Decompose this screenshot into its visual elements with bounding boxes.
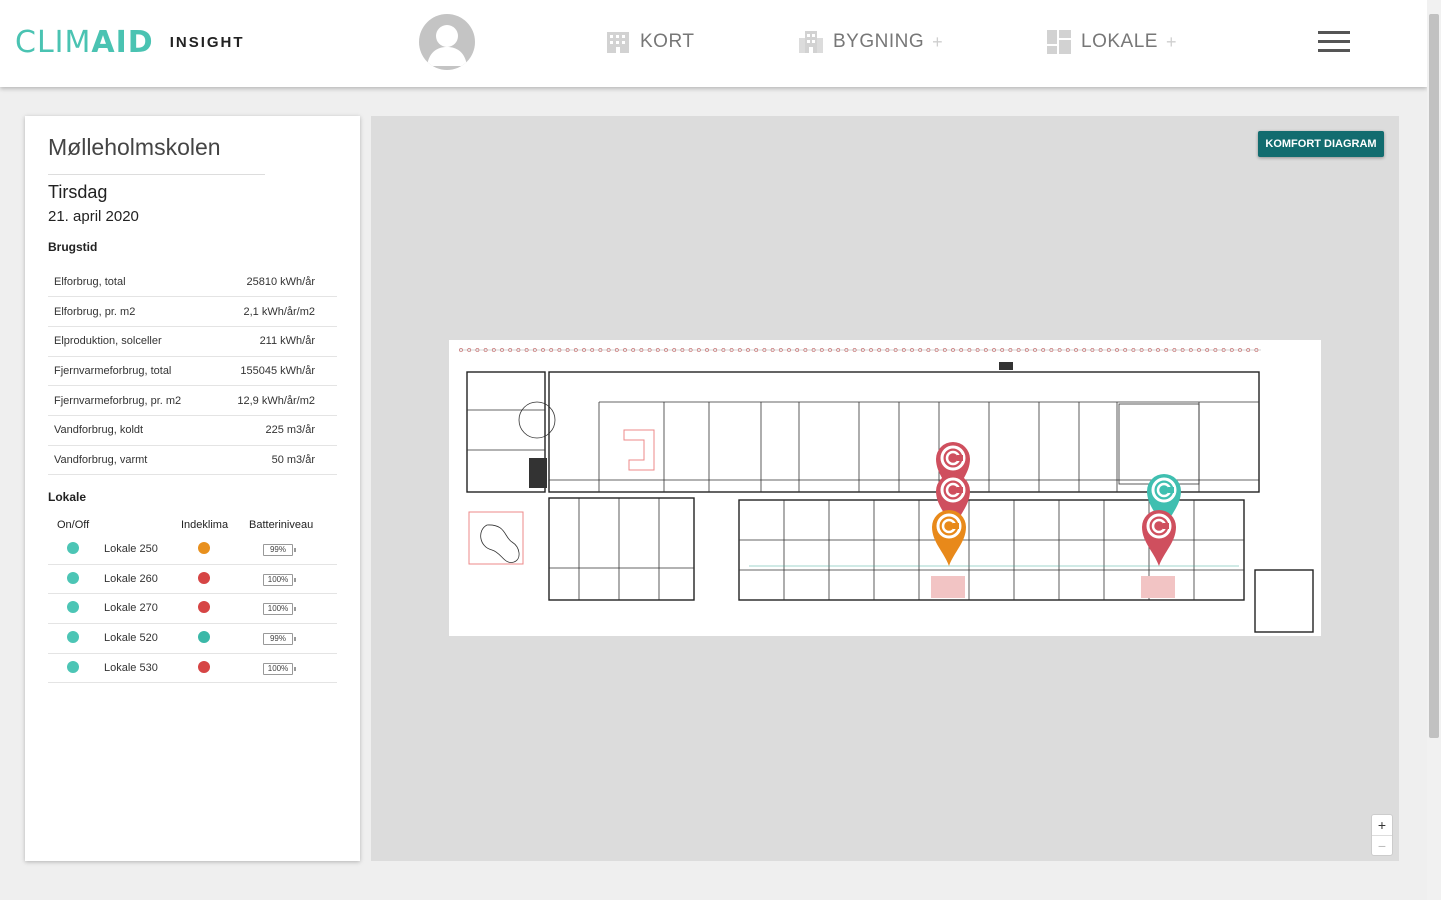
- usage-value: 2,1 kWh/år/m2: [243, 305, 315, 318]
- indeklima-status-dot: [198, 631, 210, 644]
- battery-icon: 100%: [263, 603, 296, 616]
- nav-lokale-plus-icon[interactable]: +: [1166, 32, 1177, 53]
- nav-kort-label: KORT: [640, 31, 695, 52]
- nav-kort[interactable]: KORT: [606, 28, 694, 56]
- usage-row: Vandforbrug, koldt 225 m3/år: [48, 415, 337, 446]
- indeklima-status-dot: [198, 660, 210, 673]
- battery-icon: 99%: [263, 544, 296, 556]
- room-name: Lokale 530: [104, 661, 158, 674]
- building-icon: [607, 32, 629, 53]
- usage-section-title: Brugstid: [48, 240, 98, 254]
- logo-subtitle: INSIGHT: [169, 33, 245, 51]
- col-batteriniveau: Batteriniveau: [249, 519, 314, 531]
- room-grid-icon: [1047, 30, 1071, 54]
- nav-bygning[interactable]: BYGNING +: [799, 28, 943, 56]
- building-info-panel: Mølleholmskolen Tirsdag 21. april 2020 B…: [25, 116, 360, 861]
- avatar[interactable]: [419, 14, 475, 70]
- onoff-status-dot: [67, 660, 79, 673]
- indeklima-status-dot: [198, 571, 210, 584]
- page-scrollbar[interactable]: [1427, 0, 1441, 900]
- col-indeklima: Indeklima: [181, 519, 229, 531]
- battery-icon: 99%: [263, 633, 296, 646]
- usage-row: Fjernvarmeforbrug, total 155045 kWh/år: [48, 356, 337, 386]
- map-pin-icon[interactable]: [1140, 508, 1178, 568]
- nav-lokale[interactable]: LOKALE +: [1047, 28, 1177, 56]
- usage-value: 25810 kWh/år: [246, 275, 315, 288]
- room-name: Lokale 270: [104, 602, 158, 615]
- usage-row: Elforbrug, total 25810 kWh/år: [48, 267, 337, 297]
- onoff-status-dot: [67, 631, 79, 644]
- room-name: Lokale 260: [104, 572, 158, 585]
- room-row[interactable]: Lokale 520 99%: [48, 624, 337, 654]
- col-onoff: On/Off: [57, 519, 90, 531]
- map-pin-icon[interactable]: [930, 508, 968, 568]
- date: 21. april 2020: [48, 208, 139, 225]
- zoom-in-button[interactable]: +: [1372, 815, 1392, 835]
- building-name: Mølleholmskolen: [48, 134, 221, 160]
- usage-label: Elproduktion, solceller: [54, 335, 162, 348]
- rooms-list: Lokale 250 99% Lokale 260 100% Lokale 270 100…: [48, 535, 337, 684]
- buildings-icon: [799, 31, 823, 53]
- indeklima-status-dot: [198, 601, 210, 614]
- nav-bygning-label: BYGNING: [833, 31, 925, 52]
- usage-value: 225 m3/år: [265, 424, 315, 437]
- top-bar: CLIMAID INSIGHT KORT BYGNING + LOKALE +: [0, 0, 1427, 87]
- usage-label: Vandforbrug, koldt: [54, 424, 144, 437]
- room-row[interactable]: Lokale 270 100%: [48, 594, 337, 625]
- onoff-status-dot: [67, 571, 79, 584]
- weekday: Tirsdag: [48, 182, 108, 202]
- usage-label: Elforbrug, pr. m2: [54, 305, 136, 318]
- usage-table: Elforbrug, total 25810 kWh/år Elforbrug, p…: [48, 267, 337, 475]
- onoff-status-dot: [67, 542, 79, 554]
- usage-row: Elforbrug, pr. m2 2,1 kWh/år/m2: [48, 297, 337, 327]
- divider: [48, 174, 265, 175]
- usage-row: Vandforbrug, varmt 50 m3/år: [48, 445, 337, 475]
- usage-row: Elproduktion, solceller 211 kWh/år: [48, 326, 337, 357]
- nav-lokale-label: LOKALE: [1081, 31, 1158, 52]
- usage-value: 155045 kWh/år: [240, 364, 315, 377]
- user-avatar-icon: [427, 25, 467, 66]
- rooms-section-title: Lokale: [48, 490, 87, 504]
- usage-value: 50 m3/år: [271, 453, 315, 466]
- floorplan-image[interactable]: [449, 340, 1321, 636]
- logo: CLIMAID: [15, 24, 154, 60]
- zoom-control: + −: [1371, 814, 1393, 856]
- usage-row: Fjernvarmeforbrug, pr. m2 12,9 kWh/år/m2: [48, 386, 337, 416]
- room-row[interactable]: Lokale 260 100%: [48, 565, 337, 595]
- zoom-out-button[interactable]: −: [1372, 835, 1392, 855]
- usage-label: Elforbrug, total: [54, 275, 126, 288]
- onoff-status-dot: [67, 601, 79, 614]
- usage-label: Fjernvarmeforbrug, total: [54, 364, 172, 377]
- battery-icon: 100%: [263, 573, 296, 586]
- room-row[interactable]: Lokale 250 99%: [48, 535, 337, 565]
- usage-value: 211 kWh/år: [259, 335, 315, 348]
- floorplan-drawing: [459, 348, 1314, 633]
- usage-label: Vandforbrug, varmt: [54, 453, 148, 466]
- nav-bygning-plus-icon[interactable]: +: [932, 32, 943, 53]
- room-name: Lokale 250: [104, 543, 158, 555]
- map-area[interactable]: KOMFORT DIAGRAM + −: [371, 116, 1399, 861]
- brand[interactable]: CLIMAID INSIGHT: [15, 24, 245, 60]
- usage-value: 12,9 kWh/år/m2: [237, 394, 315, 407]
- scrollbar-thumb[interactable]: [1429, 14, 1439, 738]
- usage-label: Fjernvarmeforbrug, pr. m2: [54, 394, 182, 407]
- komfort-diagram-button[interactable]: KOMFORT DIAGRAM: [1258, 131, 1384, 157]
- room-name: Lokale 520: [104, 632, 158, 645]
- battery-icon: 100%: [263, 662, 296, 675]
- indeklima-status-dot: [198, 542, 210, 554]
- room-row[interactable]: Lokale 530 100%: [48, 654, 337, 684]
- hamburger-icon[interactable]: [1318, 31, 1350, 53]
